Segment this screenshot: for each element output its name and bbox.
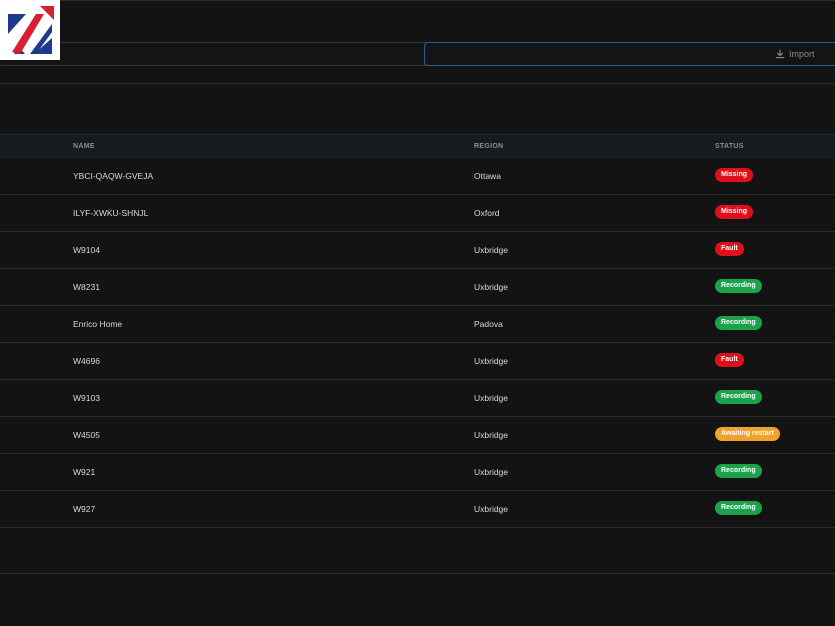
page: Import NAME REGION STATUS YBCI-QAQW-GVEJ… (0, 0, 835, 626)
device-name: ILYF-XWKU-SHNJL (73, 208, 149, 218)
device-region: Ottawa (474, 171, 501, 181)
device-name: W8231 (73, 282, 100, 292)
search-input[interactable] (0, 42, 432, 66)
divider (0, 83, 835, 84)
table-row[interactable]: W8231 Uxbridge Recording (0, 269, 835, 306)
table-row[interactable]: Enrico Home Padova Recording (0, 306, 835, 343)
download-icon (775, 49, 785, 59)
brand-logo-icon (0, 0, 60, 60)
column-header-name[interactable]: NAME (73, 143, 95, 150)
device-name: W4505 (73, 430, 100, 440)
status-badge: Recording (715, 316, 762, 330)
device-name: W921 (73, 467, 96, 477)
device-region: Uxbridge (474, 504, 509, 514)
status-badge: Recording (715, 390, 762, 404)
table-row[interactable]: ILYF-XWKU-SHNJL Oxford Missing (0, 195, 835, 232)
brand-logo[interactable] (0, 0, 60, 60)
status-badge: Recording (715, 501, 762, 515)
table-row[interactable]: W921 Uxbridge Recording (0, 454, 835, 491)
status-badge: Fault (715, 242, 744, 256)
status-badge: Missing (715, 168, 754, 182)
divider (0, 573, 835, 574)
column-header-status[interactable]: STATUS (715, 143, 744, 150)
table-body: YBCI-QAQW-GVEJA Ottawa Missing ILYF-XWKU… (0, 158, 835, 528)
device-region: Uxbridge (474, 467, 509, 477)
device-region: Oxford (474, 208, 500, 218)
status-badge: Fault (715, 353, 744, 367)
device-region: Padova (474, 319, 503, 329)
status-badge: Awaiting restart (715, 427, 780, 441)
status-badge: Recording (715, 464, 762, 478)
import-field[interactable] (424, 42, 835, 66)
table-row[interactable]: W927 Uxbridge Recording (0, 491, 835, 528)
table-row[interactable]: YBCI-QAQW-GVEJA Ottawa Missing (0, 158, 835, 195)
device-region: Uxbridge (474, 245, 509, 255)
table-row[interactable]: W9104 Uxbridge Fault (0, 232, 835, 269)
import-button-label: Import (789, 49, 815, 59)
status-badge: Recording (715, 279, 762, 293)
device-name: Enrico Home (73, 319, 123, 329)
device-region: Uxbridge (474, 282, 509, 292)
device-name: YBCI-QAQW-GVEJA (73, 171, 154, 181)
table-row[interactable]: W4696 Uxbridge Fault (0, 343, 835, 380)
device-name: W4696 (73, 356, 100, 366)
import-button[interactable]: Import (775, 42, 815, 66)
device-name: W9104 (73, 245, 100, 255)
device-name: W927 (73, 504, 96, 514)
table-header: NAME REGION STATUS (0, 134, 835, 159)
device-name: W9103 (73, 393, 100, 403)
device-region: Uxbridge (474, 393, 509, 403)
device-region: Uxbridge (474, 356, 509, 366)
status-badge: Missing (715, 205, 754, 219)
device-region: Uxbridge (474, 430, 509, 440)
column-header-region[interactable]: REGION (474, 143, 503, 150)
table-row[interactable]: W9103 Uxbridge Recording (0, 380, 835, 417)
top-rule (0, 0, 835, 1)
table-row[interactable]: W4505 Uxbridge Awaiting restart (0, 417, 835, 454)
